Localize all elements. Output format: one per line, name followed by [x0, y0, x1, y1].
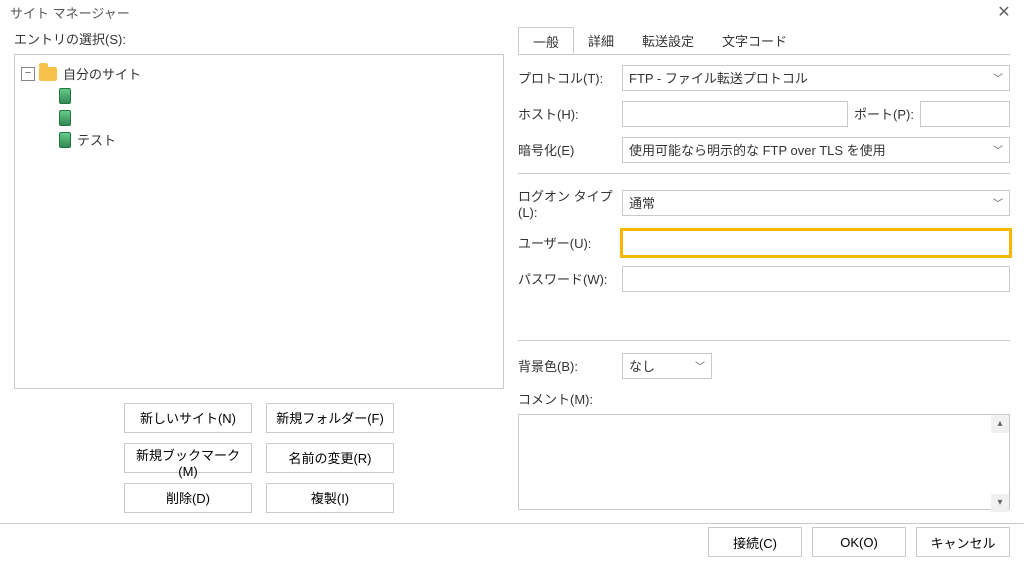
port-input[interactable]	[920, 101, 1010, 127]
chevron-down-icon: ﹀	[993, 70, 1003, 85]
logon-type-label: ログオン タイプ(L):	[518, 186, 622, 220]
comment-row: コメント(M): ▴ ▾	[518, 389, 1010, 513]
encryption-row: 暗号化(E) 使用可能なら明示的な FTP over TLS を使用 ﹀	[518, 137, 1010, 163]
tab-general[interactable]: 一般	[518, 27, 574, 54]
password-row: パスワード(W):	[518, 266, 1010, 292]
host-input[interactable]	[622, 101, 848, 127]
bgcolor-select[interactable]: なし ﹀	[622, 353, 712, 379]
left-button-grid: 新しいサイト(N) 新規フォルダー(F) 新規ブックマーク(M) 名前の変更(R…	[14, 389, 504, 513]
user-input[interactable]	[622, 230, 1010, 256]
encryption-value: 使用可能なら明示的な FTP over TLS を使用	[629, 140, 886, 159]
bgcolor-label: 背景色(B):	[518, 356, 622, 375]
site-tree[interactable]: − 自分のサイト テスト	[14, 54, 504, 389]
tree-item[interactable]: テスト	[21, 129, 497, 151]
protocol-value: FTP - ファイル転送プロトコル	[629, 68, 808, 87]
server-icon	[59, 132, 71, 148]
bgcolor-row: 背景色(B): なし ﹀	[518, 353, 1010, 379]
spacer	[518, 302, 1010, 332]
port-label: ポート(P):	[854, 104, 914, 123]
chevron-down-icon: ﹀	[993, 142, 1003, 157]
divider	[518, 173, 1010, 174]
general-form: プロトコル(T): FTP - ファイル転送プロトコル ﹀ ホスト(H): ポー…	[518, 55, 1010, 513]
tab-advanced[interactable]: 詳細	[574, 27, 628, 54]
duplicate-button[interactable]: 複製(I)	[266, 483, 394, 513]
scroll-down-icon[interactable]: ▾	[991, 494, 1009, 512]
server-icon	[59, 88, 71, 104]
encryption-label: 暗号化(E)	[518, 140, 622, 159]
tree-item-label: テスト	[77, 130, 116, 149]
tab-transfer[interactable]: 転送設定	[628, 27, 708, 54]
rename-button[interactable]: 名前の変更(R)	[266, 443, 394, 473]
protocol-row: プロトコル(T): FTP - ファイル転送プロトコル ﹀	[518, 65, 1010, 91]
content-area: エントリの選択(S): − 自分のサイト テスト	[0, 25, 1024, 523]
logon-type-select[interactable]: 通常 ﹀	[622, 190, 1010, 216]
footer: 接続(C) OK(O) キャンセル	[0, 523, 1024, 561]
chevron-down-icon: ﹀	[695, 358, 705, 373]
new-site-button[interactable]: 新しいサイト(N)	[124, 403, 252, 433]
tree-item[interactable]	[21, 85, 497, 107]
comment-textarea[interactable]	[518, 414, 1010, 510]
tree-root-label: 自分のサイト	[63, 64, 141, 83]
tab-charset[interactable]: 文字コード	[708, 27, 801, 54]
site-manager-window: サイト マネージャー ✕ エントリの選択(S): − 自分のサイト	[0, 0, 1024, 561]
delete-button[interactable]: 削除(D)	[124, 483, 252, 513]
logon-type-row: ログオン タイプ(L): 通常 ﹀	[518, 186, 1010, 220]
divider	[518, 340, 1010, 341]
ok-button[interactable]: OK(O)	[812, 527, 906, 557]
new-folder-button[interactable]: 新規フォルダー(F)	[266, 403, 394, 433]
chevron-down-icon: ﹀	[993, 195, 1003, 210]
entry-select-label: エントリの選択(S):	[14, 25, 504, 54]
password-label: パスワード(W):	[518, 269, 622, 288]
encryption-select[interactable]: 使用可能なら明示的な FTP over TLS を使用 ﹀	[622, 137, 1010, 163]
password-input[interactable]	[622, 266, 1010, 292]
user-label: ユーザー(U):	[518, 233, 622, 252]
close-icon[interactable]: ✕	[994, 2, 1014, 22]
titlebar: サイト マネージャー ✕	[0, 0, 1024, 25]
tree-root[interactable]: − 自分のサイト	[21, 63, 497, 85]
protocol-label: プロトコル(T):	[518, 68, 622, 87]
tree-item[interactable]	[21, 107, 497, 129]
bgcolor-value: なし	[629, 356, 655, 375]
host-label: ホスト(H):	[518, 104, 622, 123]
left-panel: エントリの選択(S): − 自分のサイト テスト	[14, 25, 504, 513]
user-row: ユーザー(U):	[518, 230, 1010, 256]
expand-toggle-icon[interactable]: −	[21, 67, 35, 81]
connect-button[interactable]: 接続(C)	[708, 527, 802, 557]
window-title: サイト マネージャー	[10, 3, 994, 22]
server-icon	[59, 110, 71, 126]
new-bookmark-button[interactable]: 新規ブックマーク(M)	[124, 443, 252, 473]
scroll-up-icon[interactable]: ▴	[991, 415, 1009, 433]
folder-icon	[39, 67, 57, 81]
right-panel: 一般 詳細 転送設定 文字コード プロトコル(T): FTP - ファイル転送プ…	[518, 25, 1010, 513]
comment-label: コメント(M):	[518, 389, 1010, 408]
logon-type-value: 通常	[629, 193, 655, 212]
host-row: ホスト(H): ポート(P):	[518, 101, 1010, 127]
protocol-select[interactable]: FTP - ファイル転送プロトコル ﹀	[622, 65, 1010, 91]
tab-bar: 一般 詳細 転送設定 文字コード	[518, 27, 1010, 55]
cancel-button[interactable]: キャンセル	[916, 527, 1010, 557]
